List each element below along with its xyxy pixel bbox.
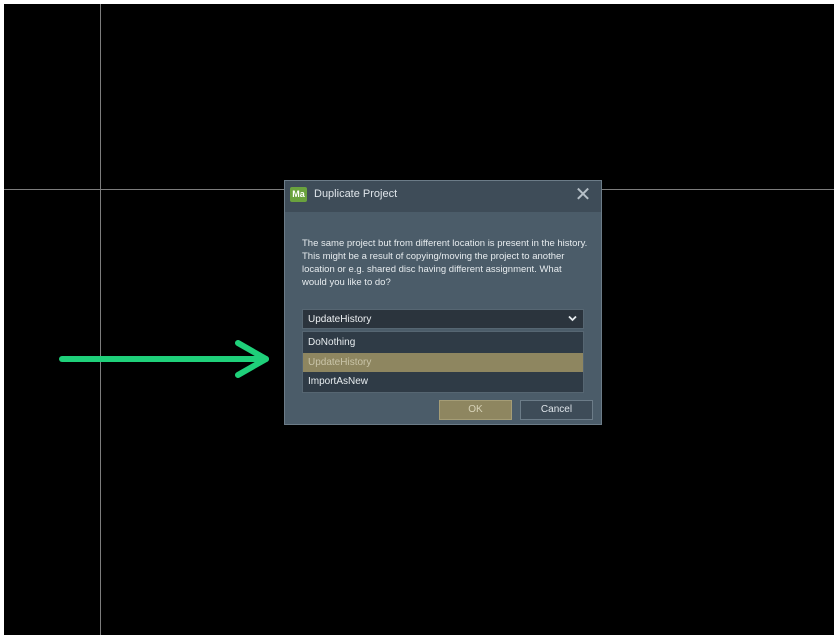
dropdown-selected-value: UpdateHistory	[308, 314, 372, 325]
option-do-nothing[interactable]: DoNothing	[303, 333, 583, 352]
option-update-history[interactable]: UpdateHistory	[303, 353, 583, 372]
chevron-down-icon	[568, 315, 577, 322]
app-logo-icon: Ma	[290, 187, 307, 202]
vertical-guide-line	[100, 4, 101, 635]
cancel-button[interactable]: Cancel	[520, 400, 593, 420]
close-button[interactable]: ✕	[571, 184, 595, 208]
dropdown-options-list: DoNothing UpdateHistory ImportAsNew	[302, 331, 584, 393]
application-canvas: Ma Duplicate Project ✕ The same project …	[4, 4, 834, 635]
dialog-titlebar: Ma Duplicate Project ✕	[285, 181, 601, 212]
duplicate-project-dialog: Ma Duplicate Project ✕ The same project …	[284, 180, 602, 425]
option-import-as-new[interactable]: ImportAsNew	[303, 372, 583, 391]
dialog-title: Duplicate Project	[314, 188, 398, 200]
action-dropdown[interactable]: UpdateHistory	[302, 309, 584, 329]
annotation-arrow-icon	[59, 340, 269, 378]
dialog-message: The same project but from different loca…	[302, 238, 588, 288]
ok-button[interactable]: OK	[439, 400, 512, 420]
